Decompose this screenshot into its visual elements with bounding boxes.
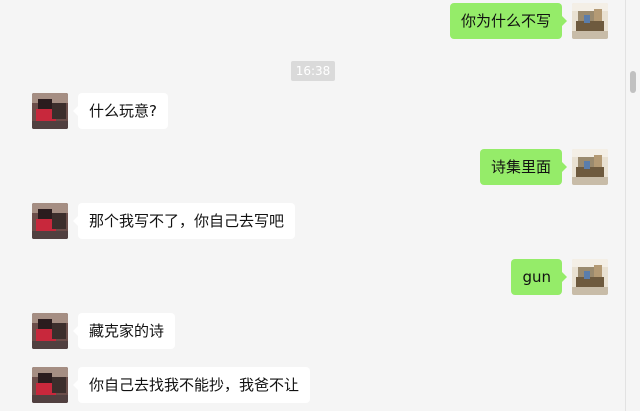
message-bubble-incoming[interactable]: 那个我写不了，你自己去写吧 [72,203,296,239]
avatar-contact-icon[interactable] [32,313,68,349]
message-row-incoming: 那个我写不了，你自己去写吧 [0,203,625,243]
message-row-outgoing: 你为什么不写 [0,3,625,43]
message-bubble-incoming[interactable]: 你自己去找我不能抄，我爸不让 [72,367,311,403]
message-bubble-outgoing[interactable]: 诗集里面 [479,149,568,185]
message-bubble-outgoing[interactable]: 你为什么不写 [449,3,568,39]
vertical-scrollbar[interactable] [626,0,640,411]
message-row-incoming: 你自己去找我不能抄，我爸不让 [0,367,625,407]
message-row-outgoing: gun [0,259,625,299]
message-row-incoming: 藏克家的诗 [0,313,625,353]
message-bubble-incoming[interactable]: 藏克家的诗 [72,313,176,349]
avatar-me-icon[interactable] [572,259,608,295]
message-row-outgoing: 诗集里面 [0,149,625,189]
timestamp-label: 16:38 [290,61,336,81]
avatar-me-icon[interactable] [572,149,608,185]
message-bubble-outgoing[interactable]: gun [511,259,567,295]
avatar-contact-icon[interactable] [32,93,68,129]
avatar-contact-icon[interactable] [32,203,68,239]
message-bubble-incoming[interactable]: 什么玩意? [73,93,168,129]
scrollbar-thumb[interactable] [630,71,636,93]
timestamp-divider: 16:38 [0,60,625,81]
avatar-contact-icon[interactable] [32,367,68,403]
message-row-incoming: 什么玩意? [0,93,625,133]
chat-message-area[interactable]: 你为什么不写 16:38 什么玩意? 诗集里面 那个我写不了，你自己去写吧 gu… [0,0,626,411]
avatar-me-icon[interactable] [572,3,608,39]
